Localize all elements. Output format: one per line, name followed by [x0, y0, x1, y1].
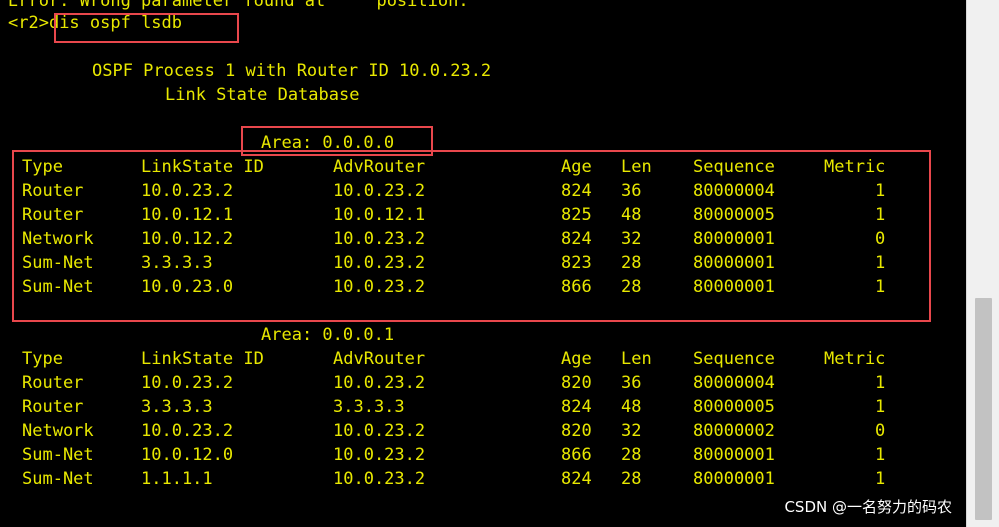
process-line: OSPF Process 1 with Router ID 10.0.23.2	[92, 61, 492, 81]
database-title: Link State Database	[165, 85, 360, 105]
header-adv-router: AdvRouter	[333, 349, 426, 369]
header-sequence: Sequence	[693, 349, 775, 369]
cell-metric: 0	[875, 421, 886, 441]
cell-age: 824	[561, 469, 592, 489]
cell-len: 48	[621, 397, 642, 417]
cell-age: 866	[561, 445, 592, 465]
cell-len: 36	[621, 373, 642, 393]
area-label-1: Area: 0.0.0.1	[261, 325, 395, 345]
cell-sequence: 80000001	[693, 469, 775, 489]
header-len: Len	[621, 349, 652, 369]
header-metric: Metric	[824, 349, 886, 369]
cell-linkstate-id: 10.0.12.0	[141, 445, 234, 465]
cell-adv-router: 10.0.23.2	[333, 469, 426, 489]
cell-linkstate-id: 10.0.23.2	[141, 421, 234, 441]
header-linkstate-id: LinkState ID	[141, 349, 264, 369]
cell-linkstate-id: 10.0.23.2	[141, 373, 234, 393]
cell-adv-router: 10.0.23.2	[333, 421, 426, 441]
cell-metric: 1	[875, 373, 886, 393]
cell-sequence: 80000001	[693, 445, 775, 465]
cell-type: Network	[22, 421, 94, 441]
cell-age: 824	[561, 397, 592, 417]
cell-metric: 1	[875, 397, 886, 417]
cell-adv-router: 3.3.3.3	[333, 397, 405, 417]
cell-len: 28	[621, 469, 642, 489]
cell-metric: 1	[875, 469, 886, 489]
scrollbar-thumb[interactable]	[975, 298, 992, 520]
cell-adv-router: 10.0.23.2	[333, 445, 426, 465]
cell-metric: 1	[875, 445, 886, 465]
cell-sequence: 80000005	[693, 397, 775, 417]
terminal-window[interactable]: Error: Wrong parameter found at '^' posi…	[0, 0, 966, 527]
error-line: Error: Wrong parameter found at '^' posi…	[8, 0, 469, 11]
prompt: <r2>	[8, 13, 49, 33]
cell-sequence: 80000002	[693, 421, 775, 441]
csdn-watermark: CSDN @一名努力的码农	[784, 498, 952, 516]
header-age: Age	[561, 349, 592, 369]
cell-len: 28	[621, 445, 642, 465]
cell-linkstate-id: 3.3.3.3	[141, 397, 213, 417]
cell-type: Sum-Net	[22, 445, 94, 465]
cell-linkstate-id: 1.1.1.1	[141, 469, 213, 489]
area-0-table-highlight-box	[12, 150, 931, 322]
vertical-scrollbar[interactable]	[966, 0, 999, 527]
cell-len: 32	[621, 421, 642, 441]
cell-age: 820	[561, 373, 592, 393]
command-highlight-box	[54, 13, 239, 43]
cell-adv-router: 10.0.23.2	[333, 373, 426, 393]
cell-type: Router	[22, 373, 84, 393]
cell-type: Router	[22, 397, 84, 417]
cell-type: Sum-Net	[22, 469, 94, 489]
cell-sequence: 80000004	[693, 373, 775, 393]
cell-age: 820	[561, 421, 592, 441]
header-type: Type	[22, 349, 63, 369]
